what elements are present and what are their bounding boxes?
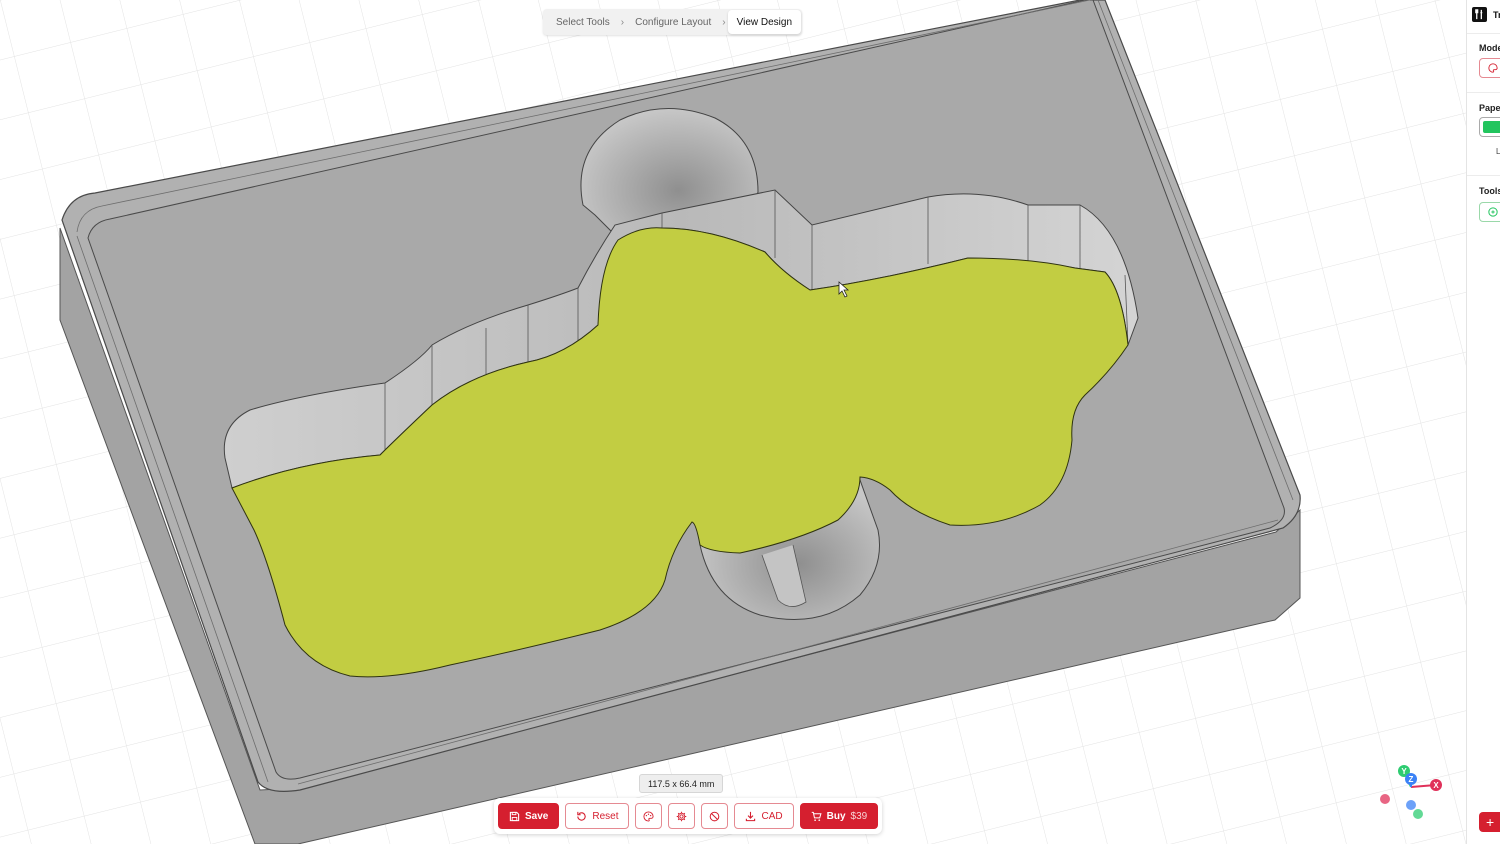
paper-sub-label: Le <box>1496 147 1500 156</box>
paper-section-label: Pape <box>1479 103 1500 113</box>
prohibited-icon <box>710 811 720 821</box>
3d-viewport[interactable]: Select Tools › Configure Layout › View D… <box>0 0 1466 844</box>
breadcrumb-step-label: Configure Layout <box>635 16 712 28</box>
dimensions-label: 117.5 x 66.4 mm <box>639 774 724 793</box>
paper-color-fill <box>1483 121 1500 133</box>
breadcrumb-step-label: Select Tools <box>556 16 610 28</box>
section-divider <box>1467 175 1500 176</box>
save-button[interactable]: Save <box>498 803 560 829</box>
chevron-right-icon: › <box>620 16 625 28</box>
breadcrumb-step-label: View Design <box>736 16 793 28</box>
chevron-right-icon: › <box>722 16 726 28</box>
breadcrumb: Select Tools › Configure Layout › View D… <box>543 9 803 35</box>
tools-icon <box>1475 9 1483 20</box>
app-logo <box>1472 7 1487 22</box>
axis-x-label: X <box>1433 781 1439 790</box>
palette-icon <box>1488 63 1498 73</box>
add-button[interactable]: + <box>1479 812 1500 832</box>
dimensions-text: 117.5 x 66.4 mm <box>648 778 715 789</box>
axis-z-negative[interactable] <box>1406 800 1416 810</box>
buy-price: $39 <box>850 810 868 822</box>
reset-button[interactable]: Reset <box>565 803 630 829</box>
save-button-label: Save <box>525 810 549 822</box>
breadcrumb-step-configure-layout[interactable]: Configure Layout <box>626 9 720 35</box>
axis-x-negative[interactable] <box>1380 794 1390 804</box>
settings-button[interactable] <box>668 803 696 829</box>
right-sidebar: Tr Mode Pape Le Tools + <box>1466 0 1500 844</box>
download-icon <box>746 811 756 821</box>
paper-color-swatch[interactable] <box>1479 117 1500 137</box>
buy-button[interactable]: Buy $39 <box>799 803 879 829</box>
section-divider <box>1467 92 1500 93</box>
breadcrumb-step-view-design[interactable]: View Design <box>727 10 802 34</box>
3d-scene[interactable] <box>0 0 1466 844</box>
app-title: Tr <box>1493 10 1500 20</box>
tools-section-label: Tools <box>1479 186 1500 196</box>
cad-download-button[interactable]: CAD <box>734 803 794 829</box>
model-select-button[interactable] <box>1479 58 1500 78</box>
cad-button-label: CAD <box>761 810 783 822</box>
disable-button[interactable] <box>701 803 729 829</box>
breadcrumb-step-select-tools[interactable]: Select Tools <box>547 9 619 35</box>
model-section-label: Mode <box>1479 43 1500 53</box>
gear-icon <box>677 811 687 821</box>
appearance-button[interactable] <box>635 803 663 829</box>
cart-icon <box>811 811 822 821</box>
tool-icon <box>1488 207 1498 217</box>
tool-item-button[interactable] <box>1479 202 1500 222</box>
palette-icon <box>644 810 655 822</box>
section-divider <box>1467 33 1500 34</box>
bottom-toolbar: Save Reset CAD Buy $39 <box>494 798 883 834</box>
buy-button-label: Buy <box>826 810 846 822</box>
axis-z-label: Z <box>1409 775 1414 784</box>
axis-y-negative[interactable] <box>1413 809 1423 819</box>
save-icon <box>509 811 520 821</box>
reset-button-label: Reset <box>592 810 619 822</box>
rotate-icon <box>577 811 587 821</box>
axis-gizmo[interactable]: X Y Z <box>1374 760 1446 824</box>
axis-y-label: Y <box>1401 767 1407 776</box>
